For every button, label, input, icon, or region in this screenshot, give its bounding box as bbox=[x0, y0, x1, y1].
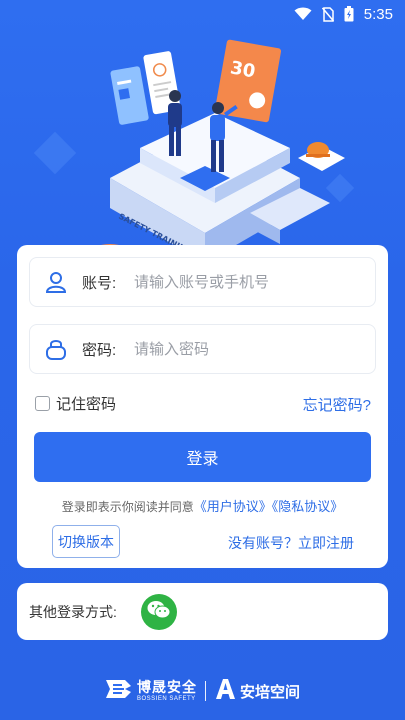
user-icon bbox=[30, 270, 82, 294]
status-time: 5:35 bbox=[363, 5, 393, 23]
user-agreement-link[interactable]: 《用户协议》 bbox=[194, 499, 272, 514]
lock-icon bbox=[30, 337, 82, 361]
remember-password[interactable]: 记住密码 bbox=[35, 393, 116, 414]
account-field[interactable]: 账号: bbox=[29, 257, 376, 307]
login-card: 账号: 密码: 记住密码 忘记密码? 登录 登录即表示你阅读并同意《用户协议》《… bbox=[17, 245, 388, 568]
password-label: 密码: bbox=[82, 341, 117, 359]
other-login-card: 其他登录方式: bbox=[17, 583, 388, 640]
bossien-logo-icon bbox=[105, 678, 133, 704]
bossien-english: BOSSIEN SAFETY bbox=[136, 696, 196, 702]
other-login-label: 其他登录方式: bbox=[29, 603, 117, 620]
switch-version-button[interactable]: 切换版本 bbox=[52, 525, 120, 558]
password-input[interactable] bbox=[134, 340, 375, 358]
bossien-logo: 博晟安全 BOSSIEN SAFETY bbox=[105, 678, 197, 704]
anpei-logo-icon bbox=[214, 677, 236, 705]
wifi-icon bbox=[294, 7, 312, 21]
battery-icon bbox=[344, 6, 354, 22]
no-sim-icon bbox=[321, 6, 334, 22]
hero-illustration: SAFETY TRAINING 30 bbox=[0, 28, 405, 258]
remember-label: 记住密码 bbox=[56, 396, 117, 413]
privacy-agreement-link[interactable]: 《隐私协议》 bbox=[272, 499, 344, 514]
forgot-password-link[interactable]: 忘记密码? bbox=[303, 394, 371, 415]
footer-divider bbox=[204, 681, 206, 701]
status-bar: 5:35 bbox=[0, 0, 405, 28]
anpei-logo: 安培空间 bbox=[214, 677, 300, 705]
account-label: 账号: bbox=[82, 274, 117, 292]
remember-checkbox[interactable] bbox=[35, 396, 50, 411]
account-input[interactable] bbox=[134, 273, 375, 291]
agreement-prefix: 登录即表示你阅读并同意 bbox=[61, 500, 194, 514]
anpei-name: 安培空间 bbox=[239, 683, 300, 701]
footer-brands: 博晟安全 BOSSIEN SAFETY 安培空间 bbox=[0, 676, 405, 706]
agreement-text: 登录即表示你阅读并同意《用户协议》《隐私协议》 bbox=[17, 496, 388, 515]
register-link[interactable]: 没有账号？立即注册 bbox=[228, 533, 354, 553]
password-field[interactable]: 密码: bbox=[29, 324, 376, 374]
wechat-login-button[interactable] bbox=[140, 593, 177, 630]
bossien-name: 博晟安全 bbox=[136, 679, 197, 695]
login-button[interactable]: 登录 bbox=[34, 432, 371, 482]
wechat-icon bbox=[147, 600, 171, 624]
hero-board-text: 30 bbox=[229, 57, 257, 82]
